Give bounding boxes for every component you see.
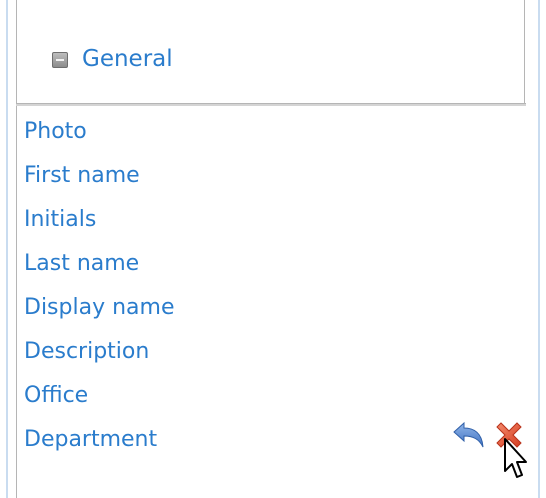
section-divider: [16, 103, 526, 106]
field-item-display-name[interactable]: Display name: [24, 293, 174, 337]
undo-icon[interactable]: [452, 420, 486, 450]
field-item-office[interactable]: Office: [24, 381, 174, 425]
field-item-first-name[interactable]: First name: [24, 161, 174, 205]
field-item-department[interactable]: Department: [24, 425, 174, 469]
field-item-initials[interactable]: Initials: [24, 205, 174, 249]
mouse-cursor-icon: [504, 438, 527, 478]
field-item-description[interactable]: Description: [24, 337, 174, 381]
field-item-photo[interactable]: Photo: [24, 117, 174, 161]
panel-right-border: [538, 0, 540, 498]
field-selector-panel: General Photo First name Initials Last n…: [0, 0, 546, 498]
list-left-border: [16, 106, 17, 498]
field-list: Photo First name Initials Last name Disp…: [24, 117, 174, 469]
panel-left-border: [6, 0, 8, 498]
collapse-icon[interactable]: [52, 52, 68, 68]
section-title-general[interactable]: General: [82, 44, 173, 74]
field-item-last-name[interactable]: Last name: [24, 249, 174, 293]
